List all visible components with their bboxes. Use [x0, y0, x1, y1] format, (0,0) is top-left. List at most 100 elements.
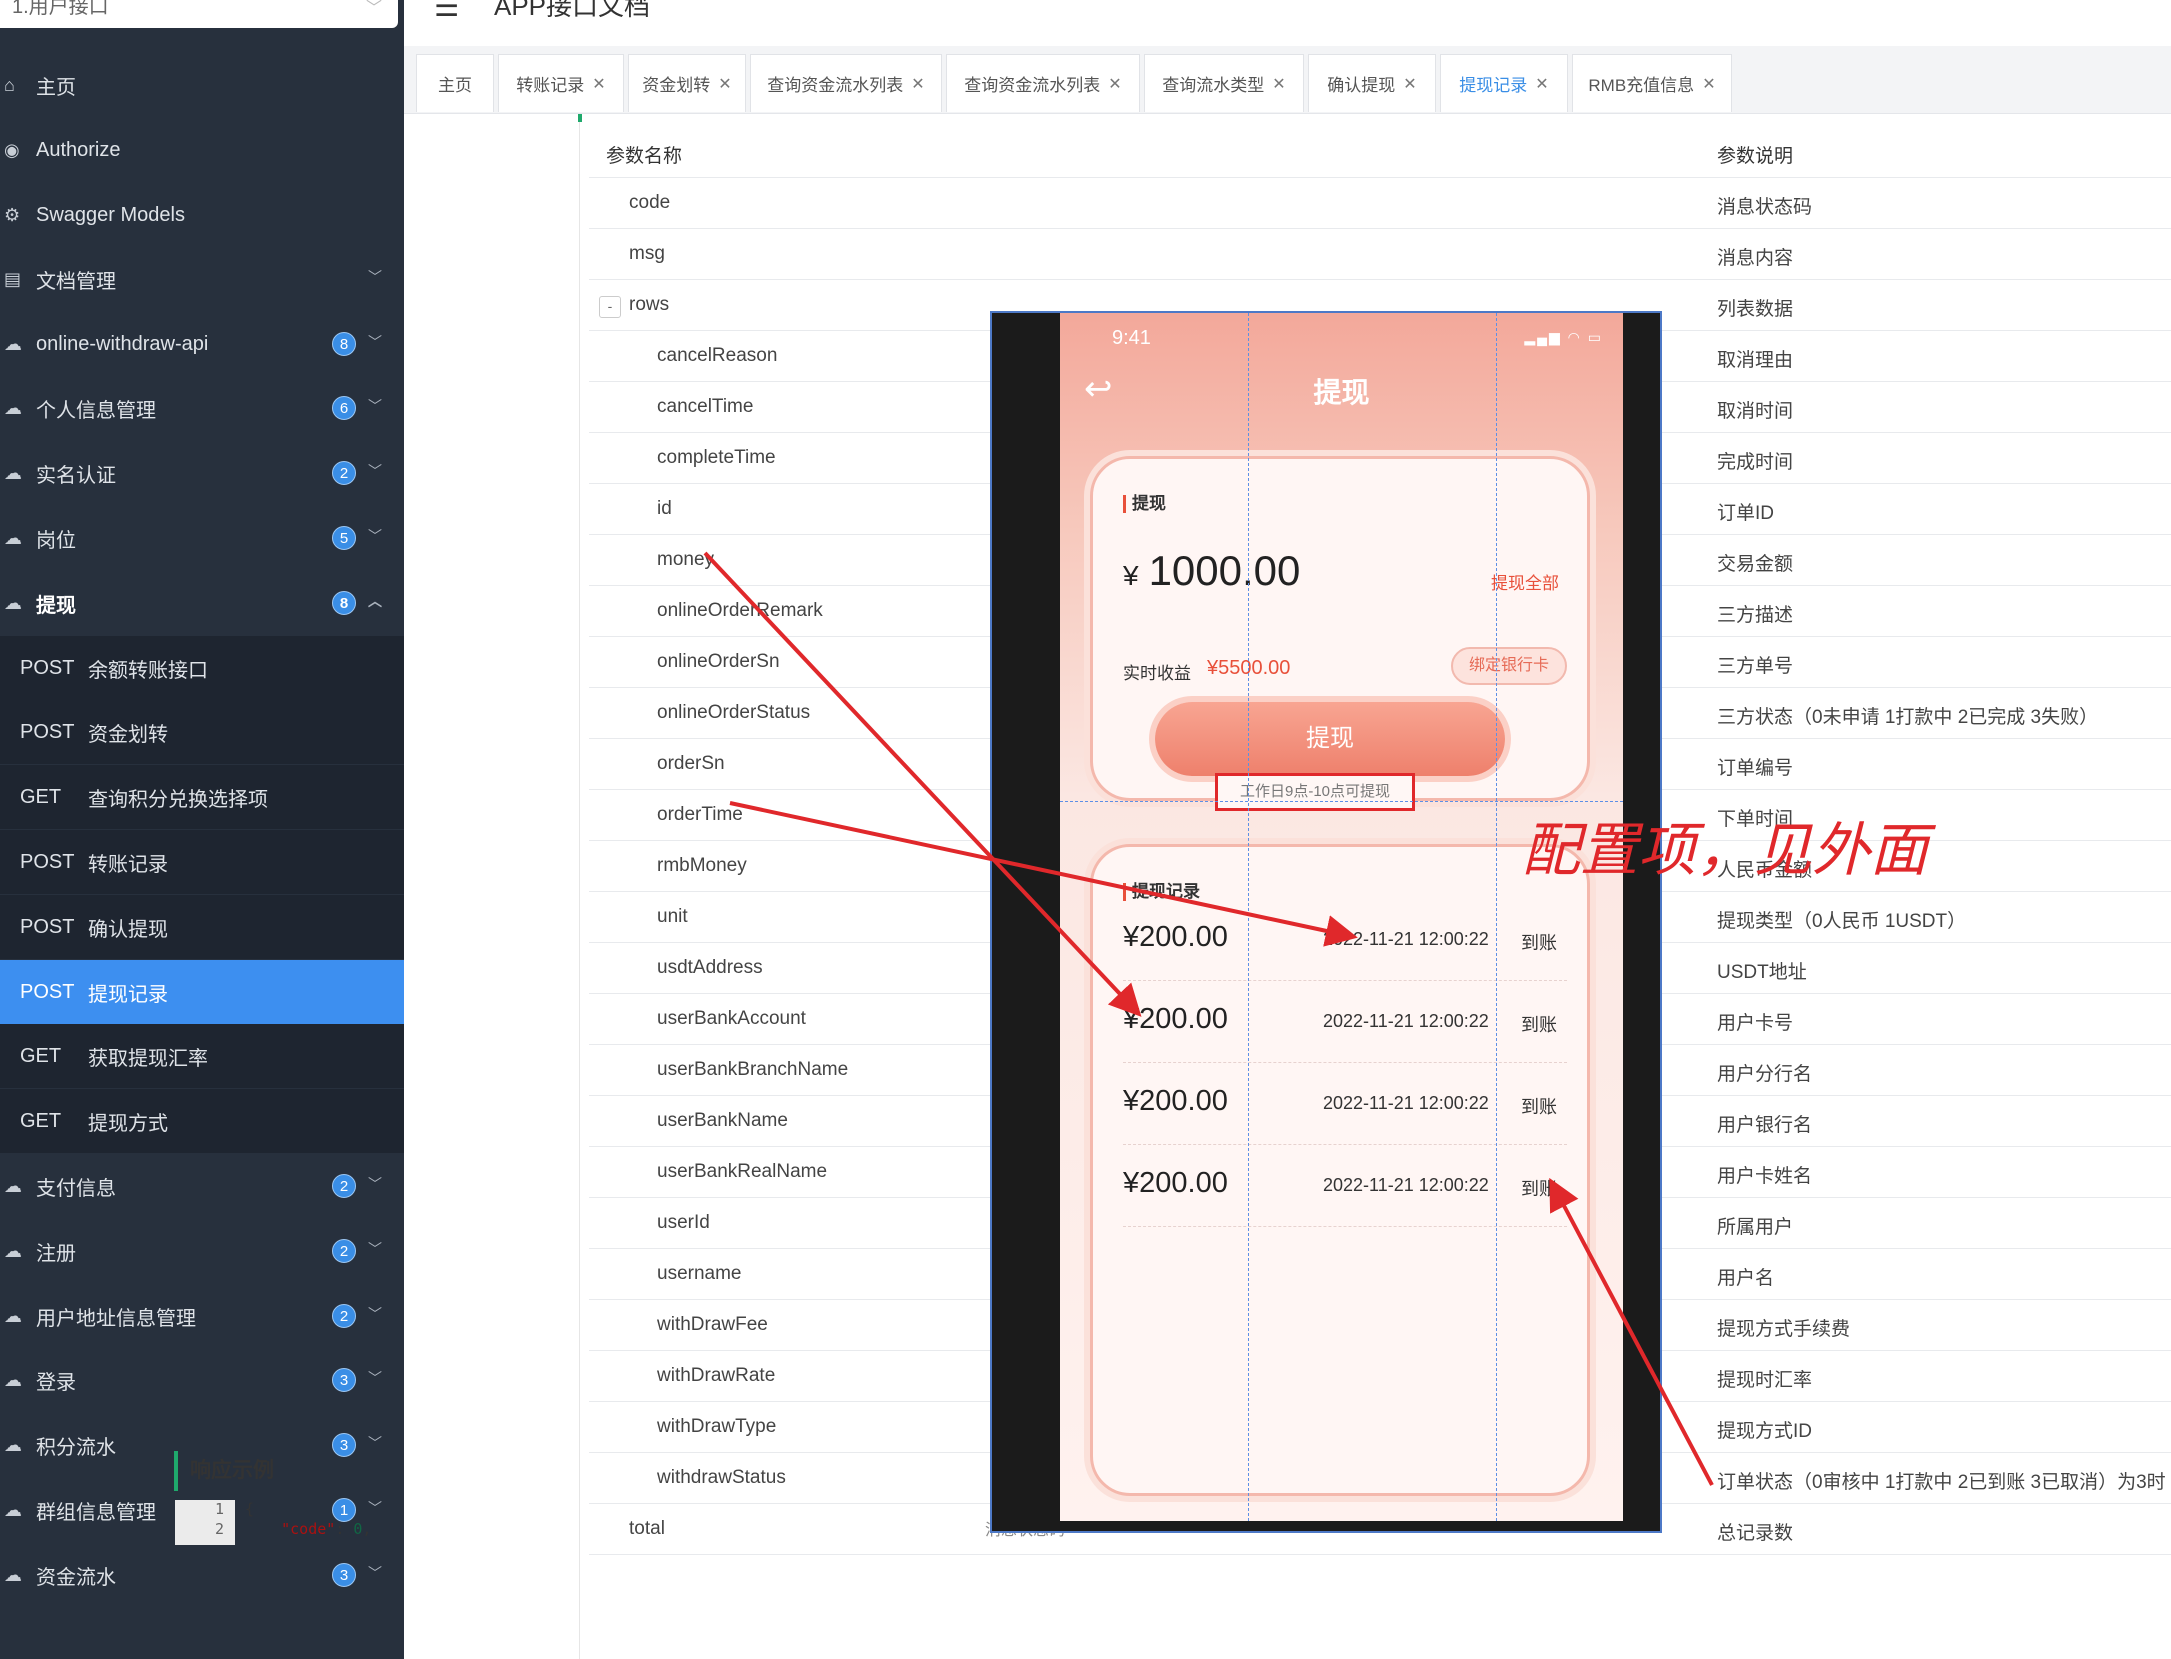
sidebar-item-home[interactable]: ⌂ 主页	[0, 53, 404, 117]
param-desc: 用户名	[1717, 1268, 1775, 1289]
param-desc: 用户银行名	[1717, 1115, 1813, 1136]
endpoint-item-selected[interactable]: POST 提现记录	[0, 960, 404, 1024]
close-icon[interactable]: ✕	[1702, 74, 1715, 94]
tab[interactable]: 查询流水类型 ✕	[1144, 54, 1304, 112]
sidebar-item-docs[interactable]: ▤ 文档管理 ﹀	[0, 247, 404, 311]
sidebar-item-funds[interactable]: ☁ 资金流水 3 ﹀	[0, 1543, 404, 1607]
param-desc: 用户卡号	[1717, 1013, 1794, 1034]
count-badge: 6	[332, 396, 356, 420]
group-select[interactable]: 1.用户接口 ﹀	[0, 0, 398, 28]
sidebar-item-swagger-models[interactable]: ⚙ Swagger Models	[0, 183, 404, 247]
param-name: userBankAccount	[657, 1008, 806, 1029]
sidebar-item-realname[interactable]: ☁ 实名认证 2 ﹀	[0, 441, 404, 505]
close-icon[interactable]: ✕	[1403, 74, 1416, 94]
param-name: msg	[629, 243, 665, 264]
close-icon[interactable]: ✕	[911, 74, 924, 94]
menu-fold-icon[interactable]: ☰	[434, 0, 459, 23]
group-select-value: 1.用户接口	[12, 0, 109, 18]
chevron-down-icon: ﹀	[368, 398, 382, 414]
count-badge: 3	[332, 1433, 356, 1457]
sidebar-item-authorize[interactable]: ◉ Authorize	[0, 118, 404, 182]
close-icon[interactable]: ✕	[1535, 74, 1548, 94]
endpoint-item[interactable]: GET 查询积分兑换选择项	[0, 765, 404, 829]
tab[interactable]: RMB充值信息 ✕	[1572, 54, 1732, 112]
tab[interactable]: 查询资金流水列表 ✕	[750, 54, 942, 112]
param-name: cancelTime	[657, 396, 754, 417]
collapse-toggle[interactable]: -	[599, 296, 621, 318]
column-header-name: 参数名称	[606, 146, 683, 167]
param-desc: 提现类型（0人民币 1USDT）	[1717, 911, 1967, 932]
chevron-down-icon: ﹀	[368, 528, 382, 544]
sidebar-item-payment[interactable]: ☁ 支付信息 2 ﹀	[0, 1154, 404, 1218]
endpoint-item[interactable]: POST 转账记录	[0, 830, 404, 894]
count-badge: 5	[332, 526, 356, 550]
endpoint-item[interactable]: GET 提现方式	[0, 1089, 404, 1153]
param-name: orderTime	[657, 804, 743, 825]
param-name: orderSn	[657, 753, 725, 774]
chevron-down-icon: ﹀	[368, 1241, 382, 1257]
endpoint-label: 提现方式	[88, 1112, 168, 1135]
param-name: userBankBranchName	[657, 1059, 849, 1080]
endpoint-item[interactable]: GET 获取提现汇率	[0, 1024, 404, 1088]
sidebar-item-login[interactable]: ☁ 登录 3 ﹀	[0, 1348, 404, 1412]
tab-home[interactable]: 主页	[416, 54, 494, 112]
tab[interactable]: 确认提现 ✕	[1308, 54, 1436, 112]
annotation-text: 配置项，见外面	[1522, 816, 1929, 884]
sidebar-item-label: Swagger Models	[36, 203, 185, 226]
home-icon: ⌂	[4, 74, 15, 95]
tab-active[interactable]: 提现记录 ✕	[1440, 54, 1568, 112]
param-name: money	[657, 549, 715, 570]
record-status: 到账	[1521, 1179, 1557, 1199]
cloud-icon: ☁	[4, 1434, 22, 1455]
sidebar-item-profile[interactable]: ☁ 个人信息管理 6 ﹀	[0, 376, 404, 440]
line-number: 1	[215, 1500, 225, 1518]
close-icon[interactable]: ✕	[718, 74, 731, 94]
param-desc: 三方状态（0未申请 1打款中 2已完成 3失败）	[1717, 707, 2099, 728]
count-badge: 2	[332, 1239, 356, 1263]
param-name: withDrawType	[657, 1416, 777, 1437]
sidebar-item-online-withdraw-api[interactable]: ☁ online-withdraw-api 8 ﹀	[0, 312, 404, 376]
tab[interactable]: 转账记录 ✕	[498, 54, 624, 112]
json-value: 0	[353, 1520, 363, 1538]
endpoint-label: 确认提现	[88, 918, 168, 941]
http-method: GET	[20, 1044, 62, 1067]
record-time: 2022-11-21 12:00:22	[1323, 1011, 1489, 1031]
tab[interactable]: 查询资金流水列表 ✕	[946, 54, 1140, 112]
tab[interactable]: 资金划转 ✕	[628, 54, 746, 112]
param-name: onlineOrderRemark	[657, 600, 823, 621]
chevron-down-icon: ﹀	[368, 1306, 382, 1322]
endpoint-item[interactable]: POST 余额转账接口	[0, 636, 404, 700]
sidebar-item-label: 主页	[36, 76, 76, 99]
sidebar-item-label: 登录	[36, 1371, 76, 1394]
chevron-up-icon: ︿	[368, 593, 382, 609]
cloud-icon: ☁	[4, 1305, 22, 1326]
param-desc: 取消时间	[1717, 401, 1794, 422]
lock-icon: ◉	[4, 139, 20, 160]
status-time: 9:41	[1112, 327, 1151, 349]
endpoint-item[interactable]: POST 资金划转	[0, 700, 404, 764]
tab-label: 主页	[438, 76, 472, 95]
param-desc: 三方单号	[1717, 656, 1794, 677]
sidebar-item-label: 支付信息	[36, 1177, 116, 1200]
http-method: POST	[20, 720, 75, 743]
line-gutter: 1 2	[175, 1500, 235, 1545]
sidebar-item-register[interactable]: ☁ 注册 2 ﹀	[0, 1219, 404, 1283]
sidebar-item-post[interactable]: ☁ 岗位 5 ﹀	[0, 506, 404, 570]
param-name: username	[657, 1263, 742, 1284]
close-icon[interactable]: ✕	[592, 74, 605, 94]
close-icon[interactable]: ✕	[1272, 74, 1285, 94]
cloud-icon: ☁	[4, 397, 22, 418]
section-marker	[578, 114, 582, 122]
sidebar-item-withdraw[interactable]: ☁ 提现 8 ︿	[0, 571, 404, 635]
endpoint-item[interactable]: POST 确认提现	[0, 895, 404, 959]
guide-line	[1248, 313, 1249, 1521]
withdraw-button: 提现	[1155, 702, 1505, 776]
sidebar-item-address[interactable]: ☁ 用户地址信息管理 2 ﹀	[0, 1284, 404, 1348]
close-icon[interactable]: ✕	[1108, 74, 1121, 94]
json-key: "code"	[281, 1520, 336, 1538]
sidebar-item-label: 岗位	[36, 529, 76, 552]
amount-value: 1000.00	[1148, 547, 1301, 594]
screenshot-root: 1.用户接口 ﹀ ⌂ 主页 ◉ Authorize ⚙ Swagger Mode…	[0, 0, 2171, 1659]
param-name: withDrawRate	[657, 1365, 776, 1386]
count-badge: 8	[332, 332, 356, 356]
